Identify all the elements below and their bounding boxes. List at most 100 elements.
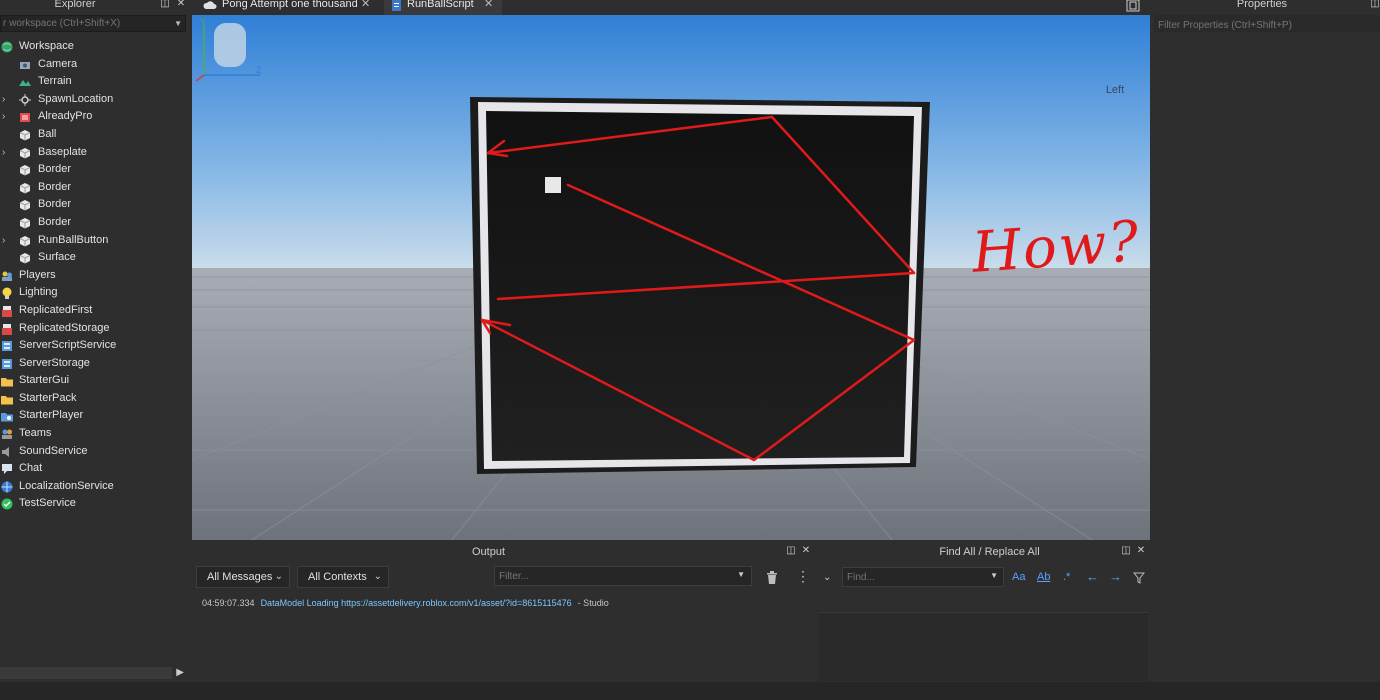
chevron-right-icon[interactable]: › [2,144,5,162]
close-icon[interactable]: ✕ [176,0,186,9]
scrollbar-thumb[interactable] [0,667,172,679]
tab-pong-place[interactable]: Pong Attempt one thousand ✕ [192,0,382,15]
lightbulb-icon [2,287,12,300]
contexts-filter-dropdown[interactable]: All Contexts ⌄ [297,566,389,588]
3d-viewport[interactable]: Y Z Left How? [192,15,1150,540]
tree-item[interactable]: Teams [0,425,190,443]
globe-icon [1,41,13,53]
find-field[interactable]: ▼ [842,567,1004,587]
tab-label: Pong Attempt one thousand [222,0,358,10]
part-icon [19,217,31,229]
close-tab-icon[interactable]: ✕ [361,0,370,10]
tree-item[interactable]: Lighting [0,284,190,302]
tree-item-label: SoundService [19,444,88,457]
output-filter-field[interactable]: ▼ [494,566,752,586]
find-input[interactable] [843,568,987,586]
tree-item[interactable]: Border [0,161,190,179]
chevron-right-icon[interactable]: › [2,232,5,250]
properties-title: Properties [1236,0,1288,10]
match-case-toggle[interactable]: Aa [1012,571,1025,583]
tree-item[interactable]: Border [0,179,190,197]
tree-item[interactable]: ServerStorage [0,355,190,373]
properties-filter-input[interactable] [1154,18,1378,33]
tree-item[interactable]: StarterPlayer [0,407,190,425]
folder-icon [1,395,13,405]
script-icon [392,0,401,11]
tree-item[interactable]: ReplicatedFirst [0,302,190,320]
chevron-right-icon[interactable]: › [2,108,5,126]
part-icon [19,182,31,194]
output-filter-input[interactable] [495,567,729,585]
replicated-icon [2,305,12,317]
find-title: Find All / Replace All [939,546,1040,558]
previous-arrow-icon[interactable]: ← [1086,569,1099,584]
tree-item-label: StarterGui [19,374,70,387]
tree-item[interactable]: › SpawnLocation [0,91,190,109]
log-message[interactable]: DataModel Loading https://assetdelivery.… [261,598,572,608]
tree-item-label: Border [38,215,72,228]
tree-item[interactable]: StarterGui [0,372,190,390]
cloud-icon [203,1,217,9]
close-tab-icon[interactable]: ✕ [484,0,493,10]
annotation-how-text: How? [969,209,1143,286]
document-tab-bar: Pong Attempt one thousand ✕ RunBallScrip… [192,0,1150,15]
messages-filter-dropdown[interactable]: All Messages ⌄ [196,566,290,588]
view-cube[interactable]: Y Z [192,15,262,85]
tree-item[interactable]: Ball [0,126,190,144]
trash-icon[interactable] [765,570,779,584]
tree-item[interactable]: Workspace [0,38,190,56]
tree-item-label: ReplicatedStorage [19,321,110,334]
find-results-area [819,612,1148,681]
tree-item[interactable]: Terrain [0,73,190,91]
expand-replace-icon[interactable]: ⌄ [823,572,831,583]
dock-icon[interactable]: ◫ [1370,0,1380,9]
whole-word-toggle[interactable]: Ab [1037,571,1050,583]
tree-item-label: RunBallButton [38,233,109,246]
dock-icon[interactable]: ◫ [786,546,796,556]
view-cube-label: Left [1105,84,1125,96]
tree-item[interactable]: Chat [0,460,190,478]
tree-item-label: StarterPack [19,391,77,404]
explorer-filter-input[interactable] [1,16,173,31]
regex-toggle[interactable]: .* [1063,571,1070,583]
scroll-right-icon[interactable]: ▶ [176,667,184,678]
tree-item-label: Workspace [19,40,74,52]
tree-item[interactable]: StarterPack [0,390,190,408]
dock-icon[interactable]: ◫ [1121,546,1131,556]
explorer-tree: Workspace Camera Terrain › SpawnLocation › Alr… [0,38,190,513]
tree-item[interactable]: › RunBallButton [0,232,190,250]
part-icon [19,200,31,211]
chevron-down-icon[interactable]: ▼ [174,19,182,28]
dock-icon[interactable]: ◫ [160,0,170,9]
camera-icon [20,61,30,69]
device-emulator-icon[interactable] [1126,0,1140,12]
chevron-right-icon[interactable]: › [2,91,5,109]
localization-icon [1,481,13,493]
filter-icon[interactable] [1133,572,1145,584]
close-icon[interactable]: ✕ [801,546,811,556]
tree-item[interactable]: TestService [0,495,190,513]
tree-item[interactable]: Surface [0,249,190,267]
close-icon[interactable]: ✕ [1136,546,1146,556]
next-arrow-icon[interactable]: → [1109,569,1122,584]
dropdown-value: All Contexts [308,571,367,583]
tab-runballscript[interactable]: RunBallScript ✕ [384,0,502,15]
tree-item[interactable]: › AlreadyPro [0,108,190,126]
svg-text:Z: Z [256,65,262,75]
tree-item[interactable]: SoundService [0,443,190,461]
tree-item[interactable]: ReplicatedStorage [0,320,190,338]
explorer-filter-field[interactable]: ▼ [0,15,186,32]
chevron-down-icon[interactable]: ▼ [990,571,998,580]
horizontal-scrollbar[interactable]: ▶ [0,665,188,681]
tree-item[interactable]: Border [0,196,190,214]
tree-item[interactable]: Players [0,267,190,285]
properties-filter-field[interactable] [1154,15,1380,33]
tree-item[interactable]: Border [0,214,190,232]
tree-item[interactable]: Camera [0,56,190,74]
more-options-icon[interactable]: ⋮ [796,568,810,585]
tree-item[interactable]: ServerScriptService [0,337,190,355]
explorer-title: Explorer [54,0,96,10]
tree-item[interactable]: LocalizationService [0,478,190,496]
tree-item[interactable]: › Baseplate [0,144,190,162]
chevron-down-icon[interactable]: ▼ [737,570,745,579]
